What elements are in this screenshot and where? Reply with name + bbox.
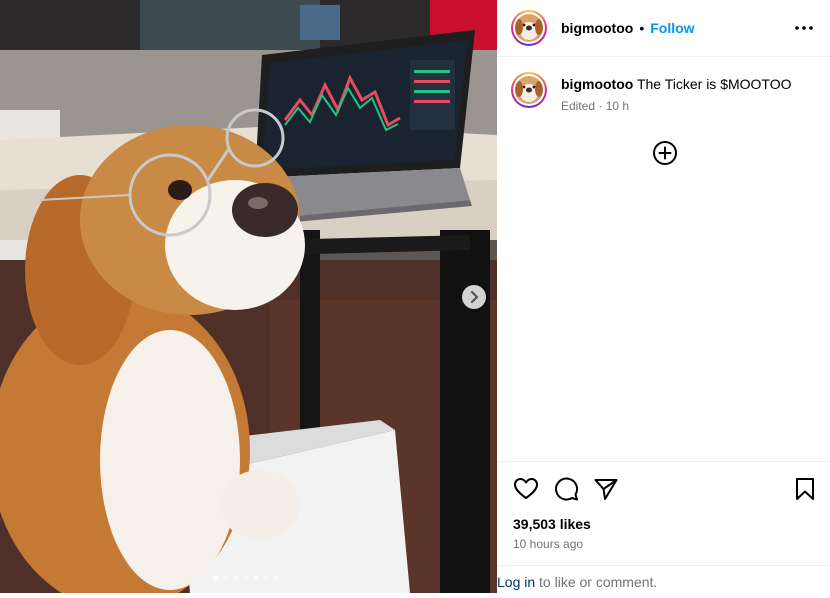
edited-label: Edited xyxy=(561,99,596,113)
post-timestamp[interactable]: 10 hours ago xyxy=(513,537,583,551)
post-side-panel: bigmootoo • Follow bigmootoo The Ticker … xyxy=(497,0,830,593)
post-photo[interactable] xyxy=(0,0,497,593)
caption-username[interactable]: bigmootoo xyxy=(561,76,633,92)
follow-button[interactable]: Follow xyxy=(650,20,694,36)
more-options-icon xyxy=(795,26,813,30)
login-prompt-text: to like or comment. xyxy=(535,574,658,590)
carousel-dot xyxy=(243,575,249,581)
share-button[interactable] xyxy=(593,476,619,502)
login-prompt: Log in to like or comment. xyxy=(497,565,830,594)
avatar[interactable] xyxy=(511,72,547,108)
caption-body: The Ticker is $MOOTOO xyxy=(636,76,792,92)
dog-at-laptop-photo xyxy=(0,0,497,593)
dog-avatar-image xyxy=(515,14,543,42)
avatar[interactable] xyxy=(511,10,547,46)
dog-avatar-image xyxy=(515,76,543,104)
carousel-dot xyxy=(213,575,219,581)
header-username[interactable]: bigmootoo xyxy=(561,20,633,36)
heart-icon xyxy=(514,478,538,499)
like-button[interactable] xyxy=(513,476,539,502)
more-options-button[interactable] xyxy=(794,18,814,38)
action-bar xyxy=(497,461,830,514)
load-more-comments-button[interactable] xyxy=(652,140,678,166)
header-separator: • xyxy=(639,20,645,36)
save-button[interactable] xyxy=(792,476,818,502)
login-link[interactable]: Log in xyxy=(497,574,535,590)
likes-count[interactable]: 39,503 likes xyxy=(513,516,591,532)
carousel-dot xyxy=(263,575,269,581)
carousel-dot xyxy=(273,575,279,581)
comment-button[interactable] xyxy=(553,476,579,502)
carousel-indicator xyxy=(213,575,279,581)
carousel-dot xyxy=(223,575,229,581)
bookmark-icon xyxy=(796,478,814,500)
caption: bigmootoo The Ticker is $MOOTOO Edited ·… xyxy=(511,72,792,115)
add-circle-icon xyxy=(653,141,677,165)
caption-meta: Edited · 10 h xyxy=(561,97,792,115)
carousel-dot xyxy=(253,575,259,581)
carousel-dot xyxy=(233,575,239,581)
edited-time[interactable]: 10 h xyxy=(606,99,629,113)
paper-plane-icon xyxy=(594,479,618,500)
chevron-right-icon xyxy=(470,291,479,303)
post-header: bigmootoo • Follow xyxy=(497,0,830,57)
next-slide-button[interactable] xyxy=(462,285,486,309)
meta-separator: · xyxy=(595,99,606,113)
comment-icon xyxy=(555,477,579,501)
